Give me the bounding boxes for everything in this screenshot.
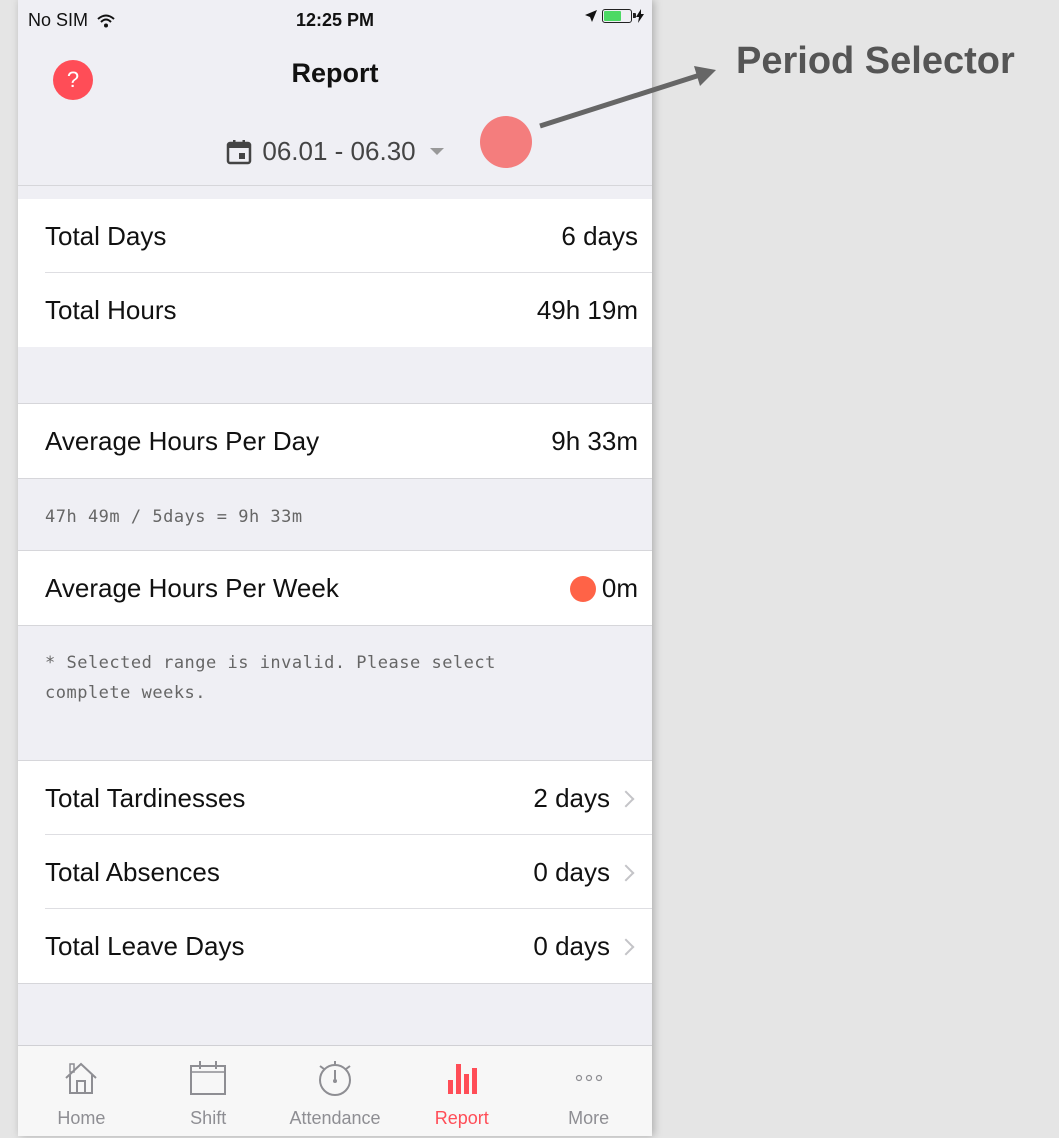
charging-bolt-icon	[636, 9, 644, 23]
warning-dot-icon	[569, 575, 596, 602]
average-day-section: Average Hours Per Day 9h 33m	[18, 403, 652, 479]
details-section: Total Tardinesses 2 days Total Absences …	[18, 760, 652, 984]
calendar-icon	[190, 1061, 227, 1095]
tab-bar: Home Shift Attendance Report More	[18, 1045, 652, 1136]
warning-line-1: * Selected range is invalid. Please sele…	[45, 653, 496, 673]
tab-shift[interactable]: Shift	[145, 1046, 272, 1136]
average-week-warning: * Selected range is invalid. Please sele…	[45, 648, 632, 708]
row-label: Total Leave Days	[45, 931, 245, 961]
summary-section: Total Days 6 days Total Hours 49h 19m	[18, 199, 652, 347]
row-total-hours: Total Hours 49h 19m	[18, 273, 652, 347]
phone-screen: No SIM 12:25 PM ? Report 06.01 - 06.30 T…	[18, 0, 652, 1136]
row-value-wrap: 0m	[569, 573, 638, 604]
row-label: Total Days	[45, 221, 167, 251]
tab-attendance[interactable]: Attendance	[272, 1046, 399, 1136]
row-label: Total Tardinesses	[45, 783, 246, 813]
period-selector-marker	[480, 116, 532, 168]
tab-home[interactable]: Home	[18, 1046, 145, 1136]
row-label: Total Absences	[45, 857, 220, 887]
location-arrow-icon	[585, 10, 597, 22]
row-label: Total Hours	[45, 295, 177, 325]
average-day-formula: 47h 49m / 5days = 9h 33m	[45, 507, 303, 527]
battery-icon	[602, 9, 636, 23]
more-icon	[575, 1074, 602, 1082]
row-value: 0 days	[533, 857, 610, 887]
row-value: 2 days	[533, 783, 610, 813]
chevron-right-icon	[617, 790, 635, 807]
row-value: 49h 19m	[536, 295, 638, 325]
home-icon	[65, 1062, 98, 1094]
tab-report[interactable]: Report	[398, 1046, 525, 1136]
report-header: ? Report 06.01 - 06.30	[18, 40, 652, 186]
row-value: 9h 33m	[551, 426, 638, 456]
row-total-days: Total Days 6 days	[18, 199, 652, 273]
tab-label: Shift	[190, 1108, 227, 1128]
row-value: 0m	[601, 573, 638, 603]
period-range: 06.01 - 06.30	[262, 136, 416, 166]
row-average-hours-per-day: Average Hours Per Day 9h 33m	[18, 404, 652, 478]
row-average-hours-per-week: Average Hours Per Week 0m	[18, 551, 652, 625]
tab-label: Attendance	[289, 1108, 381, 1128]
dropdown-caret-icon	[429, 148, 444, 155]
row-value-wrap: 0 days	[533, 931, 638, 962]
status-right	[584, 9, 644, 23]
row-value-wrap: 2 days	[533, 783, 638, 814]
page-title: Report	[291, 58, 379, 88]
tab-more[interactable]: More	[525, 1046, 652, 1136]
annotation-label: Period Selector	[736, 40, 1015, 82]
row-total-leave-days[interactable]: Total Leave Days 0 days	[18, 909, 652, 983]
calendar-icon	[227, 139, 252, 164]
row-value: 0 days	[533, 931, 610, 961]
row-label: Average Hours Per Week	[45, 573, 339, 603]
bar-chart-icon	[447, 1064, 477, 1094]
stopwatch-icon	[318, 1061, 351, 1096]
status-bar: No SIM 12:25 PM	[18, 0, 652, 40]
chevron-right-icon	[617, 938, 635, 955]
row-total-absences[interactable]: Total Absences 0 days	[18, 835, 652, 909]
warning-line-2: complete weeks.	[45, 683, 207, 703]
tab-label: Home	[57, 1108, 106, 1128]
row-value: 6 days	[561, 221, 638, 251]
tab-label: More	[568, 1108, 610, 1128]
status-time: 12:25 PM	[295, 10, 375, 30]
average-week-section: Average Hours Per Week 0m	[18, 550, 652, 626]
chevron-right-icon	[617, 864, 635, 881]
row-total-tardinesses[interactable]: Total Tardinesses 2 days	[18, 761, 652, 835]
row-label: Average Hours Per Day	[45, 426, 320, 456]
period-selector[interactable]: 06.01 - 06.30	[18, 136, 652, 167]
row-value-wrap: 0 days	[533, 857, 638, 888]
tab-label: Report	[434, 1108, 489, 1128]
